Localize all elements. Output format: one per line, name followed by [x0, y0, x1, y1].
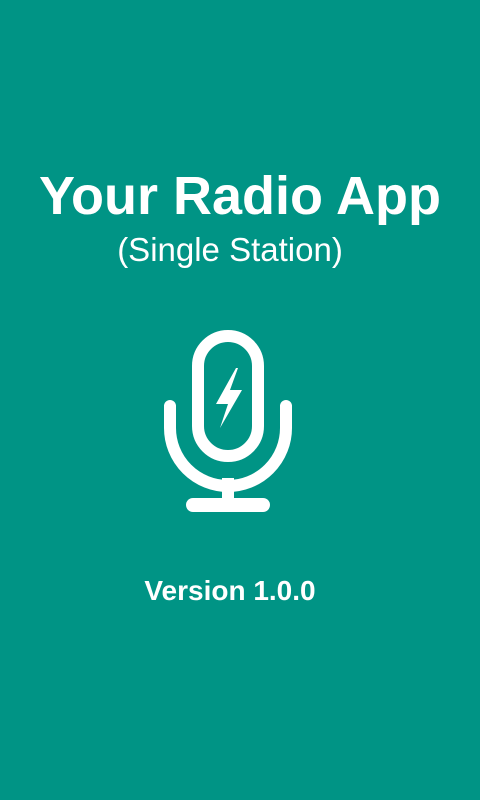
splash-screen: Your Radio App (Single Station) Version …: [0, 0, 480, 800]
app-title: Your Radio App: [39, 166, 441, 226]
lightning-icon: [216, 368, 242, 428]
version-label: Version 1.0.0: [144, 575, 316, 606]
microphone-icon: [164, 330, 292, 512]
app-subtitle: (Single Station): [117, 231, 343, 268]
